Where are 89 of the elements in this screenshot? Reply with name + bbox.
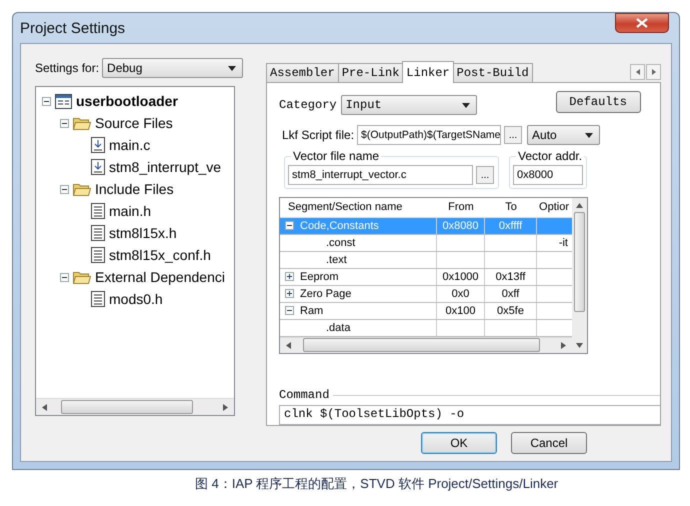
folder-icon <box>73 270 91 284</box>
table-cell: .const <box>280 234 437 251</box>
expander-icon[interactable] <box>285 306 294 316</box>
source-file-icon <box>91 159 105 175</box>
tab[interactable]: Assembler <box>266 63 339 82</box>
vector-file-field[interactable]: stm8_interrupt_vector.c <box>288 165 473 185</box>
table-cell: .data <box>280 320 437 336</box>
tree-item[interactable]: stm8l15x_conf.h <box>109 247 211 263</box>
right-arrow-icon <box>652 69 656 75</box>
vector-addr-label: Vector addr. <box>516 149 584 163</box>
table-cell: 0x0 <box>437 286 485 302</box>
scroll-left-icon[interactable] <box>42 404 47 410</box>
tree-item[interactable]: Source Files <box>95 115 173 131</box>
text-file-icon <box>91 291 105 307</box>
lkf-script-label: Lkf Script file: <box>282 128 354 142</box>
vector-file-label: Vector file name <box>291 149 382 163</box>
scrollbar-thumb[interactable] <box>303 338 540 352</box>
table-cell: 0x100 <box>437 302 485 319</box>
close-button[interactable] <box>615 13 669 33</box>
table-cell: Ram <box>280 302 437 319</box>
column-header[interactable]: Optior <box>537 201 572 214</box>
tab[interactable]: Post-Build <box>452 63 533 82</box>
column-header[interactable]: Segment/Section name <box>280 201 437 214</box>
browse-button[interactable]: ... <box>476 166 494 184</box>
tab[interactable]: Linker <box>402 61 454 83</box>
category-dropdown[interactable]: Input <box>340 95 477 115</box>
expander-icon[interactable] <box>60 184 69 194</box>
tree-item[interactable]: main.c <box>109 137 150 153</box>
table-cell: Zero Page <box>280 286 437 302</box>
text-file-icon <box>91 247 105 263</box>
close-icon <box>636 18 648 28</box>
folder-icon <box>73 116 91 130</box>
window-title: Project Settings <box>20 20 126 36</box>
expander-icon[interactable] <box>285 272 294 282</box>
lkf-script-field[interactable]: $(OutputPath)$(TargetSName <box>357 125 502 145</box>
project-icon <box>55 94 72 108</box>
table-cell: 0x1000 <box>437 268 485 285</box>
expander-icon[interactable] <box>285 289 294 298</box>
scroll-right-icon[interactable] <box>223 404 228 410</box>
table-cell: 0x8080 <box>437 218 485 234</box>
tree-item[interactable]: main.h <box>109 203 152 219</box>
expander-icon[interactable] <box>285 221 294 230</box>
text-file-icon <box>91 225 105 241</box>
dialog-button[interactable]: Cancel <box>511 432 587 454</box>
scroll-up-icon[interactable] <box>576 203 583 208</box>
table-cell: .text <box>280 252 437 268</box>
scrollbar-thumb[interactable] <box>61 400 193 414</box>
text-file-icon <box>91 203 105 219</box>
dropdown-arrow-icon <box>462 102 470 108</box>
browse-button[interactable]: ... <box>504 126 522 144</box>
column-header[interactable]: From <box>437 201 485 214</box>
table-cell: Code,Constants <box>280 218 437 234</box>
lkf-mode-dropdown[interactable]: Auto <box>527 125 600 145</box>
dropdown-arrow-icon <box>228 66 236 70</box>
dialog-button[interactable]: OK <box>421 432 497 454</box>
tree-item[interactable]: stm8_interrupt_ve <box>109 159 222 175</box>
left-arrow-icon <box>636 69 640 75</box>
scroll-left-icon[interactable] <box>286 342 291 349</box>
expander-icon[interactable] <box>42 96 51 106</box>
command-field[interactable]: clnk $(ToolsetLibOpts) -o <box>279 405 660 425</box>
folder-icon <box>73 182 91 196</box>
expander-icon[interactable] <box>60 118 69 128</box>
scroll-down-icon[interactable] <box>576 343 583 348</box>
table-cell: 0x5fe <box>485 302 537 319</box>
vector-addr-field[interactable]: 0x8000 <box>513 165 583 185</box>
tab-scroll-right-button[interactable] <box>646 64 661 80</box>
dropdown-arrow-icon <box>585 132 594 138</box>
table-cell: 0xff <box>485 286 537 302</box>
command-label: Command <box>279 388 330 402</box>
settings-for-dropdown[interactable]: Debug <box>102 58 243 78</box>
scrollbar-thumb[interactable] <box>574 212 585 312</box>
tree-item[interactable]: mods0.h <box>109 291 163 307</box>
defaults-button[interactable]: Defaults <box>556 91 641 113</box>
tree-item[interactable]: userbootloader <box>76 93 178 109</box>
table-cell: 0xffff <box>485 218 537 234</box>
table-cell: 0x13ff <box>485 268 537 285</box>
source-file-icon <box>91 137 105 153</box>
tree-item[interactable]: Include Files <box>95 181 174 197</box>
tree-item[interactable]: External Dependenci <box>95 269 225 285</box>
tree-item[interactable]: stm8l15x.h <box>109 225 177 241</box>
table-cell: Eeprom <box>280 268 437 285</box>
category-label: Category <box>279 98 337 112</box>
column-header[interactable]: To <box>485 201 537 214</box>
tab[interactable]: Pre-Link <box>338 63 404 82</box>
settings-for-label: Settings for: <box>35 61 100 75</box>
expander-icon[interactable] <box>60 272 69 282</box>
tab-scroll-left-button[interactable] <box>630 64 645 80</box>
figure-caption: 图 4：IAP 程序工程的配置，STVD 软件 Project/Settings/Linker <box>194 475 560 493</box>
scroll-right-icon[interactable] <box>561 342 566 349</box>
